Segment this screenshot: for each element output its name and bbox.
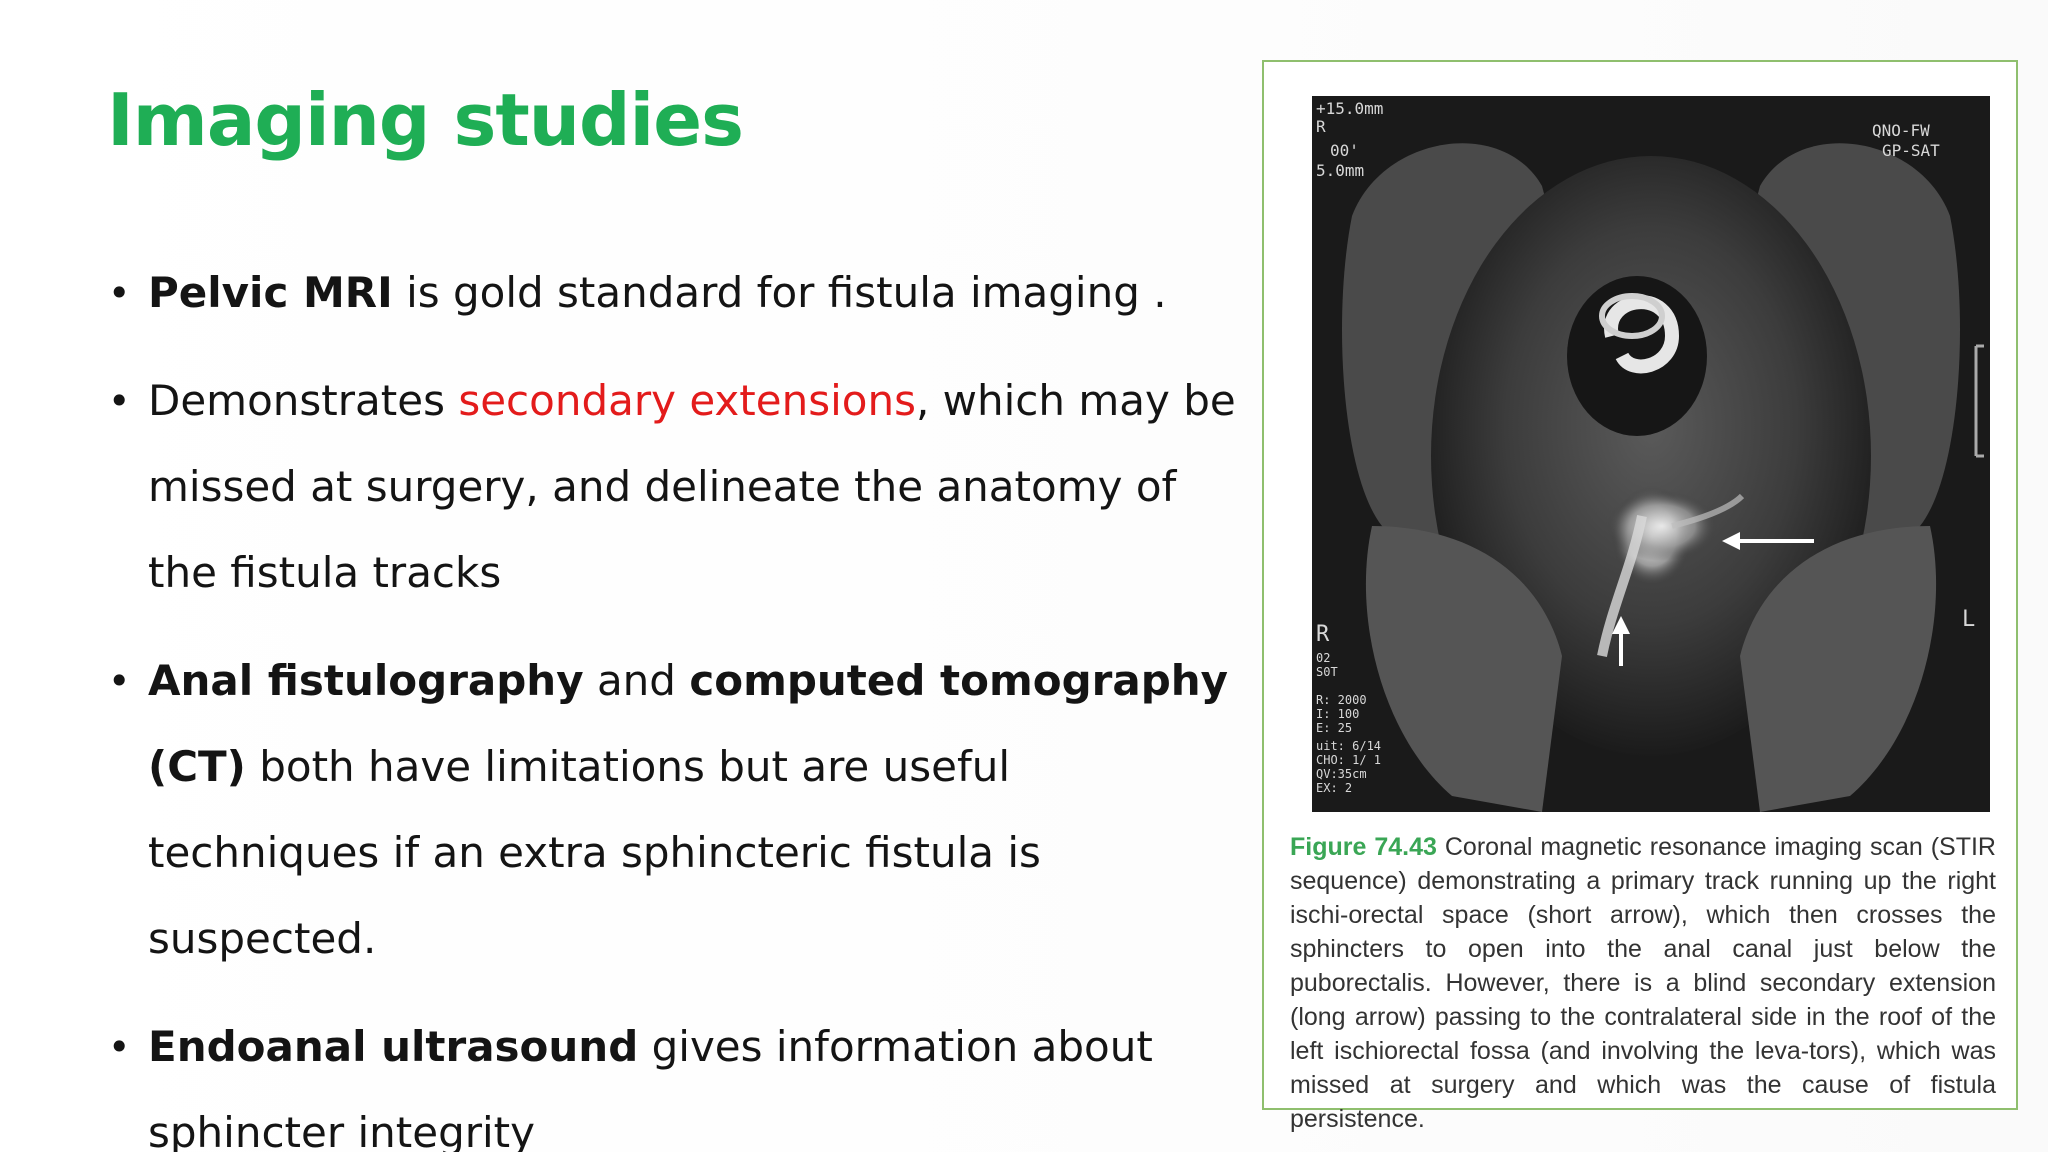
mri-overlay-text: 5.0mm bbox=[1316, 161, 1364, 180]
mri-orientation-label: L bbox=[1962, 607, 1975, 632]
bullet-dot: • bbox=[108, 659, 131, 703]
mri-scan-illustration: +15.0mm R 00' 5.0mm QNO-FW GP-SAT L R 02… bbox=[1312, 96, 1990, 812]
bullet-text: and bbox=[583, 656, 690, 705]
mri-scan-image: +15.0mm R 00' 5.0mm QNO-FW GP-SAT L R 02… bbox=[1312, 96, 1990, 812]
mri-overlay-text: QNO-FW bbox=[1872, 121, 1930, 140]
figure-panel: +15.0mm R 00' 5.0mm QNO-FW GP-SAT L R 02… bbox=[1262, 60, 2018, 1133]
mri-overlay-text: CHO: 1/ 1 bbox=[1316, 753, 1381, 767]
mri-overlay-text: 02 bbox=[1316, 651, 1330, 665]
mri-overlay-text: I: 100 bbox=[1316, 707, 1359, 721]
bullet-item: • Demonstrates secondary extensions, whi… bbox=[108, 358, 1238, 616]
mri-overlay-text: R bbox=[1316, 117, 1326, 136]
mri-overlay-text: QV:35cm bbox=[1316, 767, 1367, 781]
mri-overlay-text: 00' bbox=[1330, 141, 1359, 160]
bullet-item: • Endoanal ultrasound gives information … bbox=[108, 1004, 1238, 1152]
bullet-item: • Anal fistulography and computed tomogr… bbox=[108, 638, 1238, 982]
bullet-dot: • bbox=[108, 1025, 131, 1069]
mri-overlay-text: GP-SAT bbox=[1882, 141, 1940, 160]
bullet-bold-text: Endoanal ultrasound bbox=[148, 1022, 639, 1071]
bullet-list: • Pelvic MRI is gold standard for fistul… bbox=[108, 250, 1238, 1152]
slide-title: Imaging studies bbox=[107, 78, 744, 162]
mri-overlay-text: R: 2000 bbox=[1316, 693, 1367, 707]
mri-overlay-text: uit: 6/14 bbox=[1316, 739, 1381, 753]
mri-overlay-text: S0T bbox=[1316, 665, 1338, 679]
figure-label: Figure 74.43 bbox=[1290, 833, 1437, 861]
bullet-text: both have limitations but are useful tec… bbox=[148, 742, 1041, 963]
bullet-dot: • bbox=[108, 271, 131, 315]
bullet-bold-text: Pelvic MRI bbox=[148, 268, 393, 317]
mri-overlay-text: E: 25 bbox=[1316, 721, 1352, 735]
mri-orientation-label: R bbox=[1316, 622, 1330, 647]
figure-caption: Figure 74.43 Coronal magnetic resonance … bbox=[1290, 830, 1996, 1136]
mri-overlay-text: EX: 2 bbox=[1316, 781, 1352, 795]
bullet-text: Demonstrates bbox=[148, 376, 459, 425]
bullet-bold-text: Anal fistulography bbox=[148, 656, 584, 705]
bullet-dot: • bbox=[108, 379, 131, 423]
bullet-highlight-text: secondary extensions bbox=[458, 376, 916, 425]
bullet-text: is gold standard for fistula imaging . bbox=[392, 268, 1167, 317]
bullet-item: • Pelvic MRI is gold standard for fistul… bbox=[108, 250, 1238, 336]
mri-overlay-text: +15.0mm bbox=[1316, 99, 1383, 118]
figure-caption-text: Coronal magnetic resonance imaging scan … bbox=[1290, 833, 1996, 1133]
